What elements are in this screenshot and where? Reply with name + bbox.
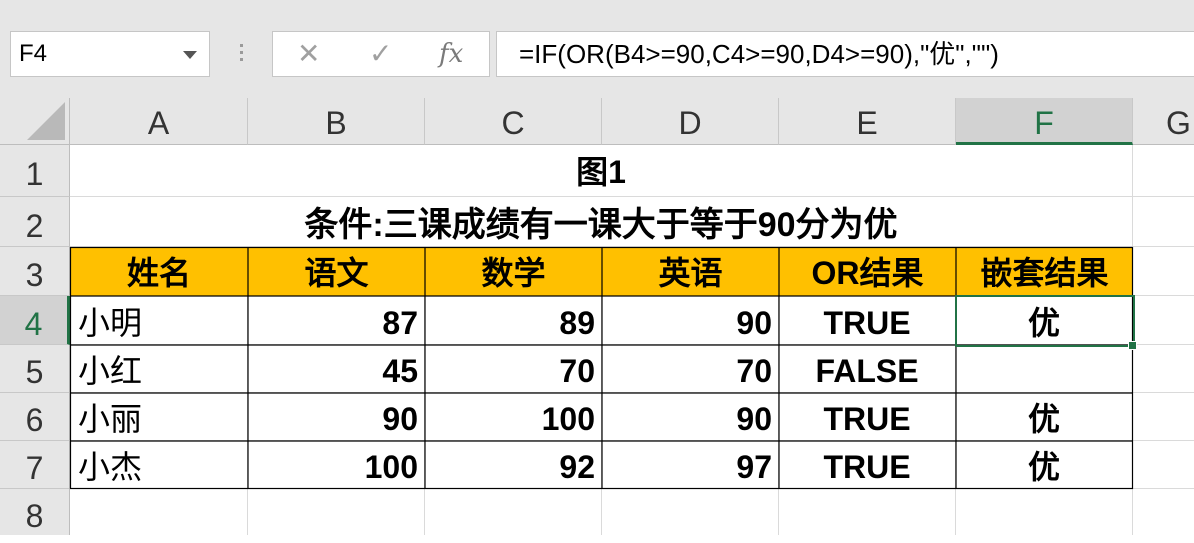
- table-cell-score[interactable]: 100: [425, 393, 602, 441]
- column-header-c[interactable]: C: [425, 98, 602, 145]
- table-cell-result[interactable]: 优: [956, 393, 1133, 441]
- table-cell-result[interactable]: 优: [956, 441, 1133, 489]
- enter-icon[interactable]: ✓: [369, 32, 392, 76]
- title-cell[interactable]: 图1: [70, 145, 1133, 197]
- row-header-1[interactable]: 1: [0, 145, 70, 197]
- cell-d8[interactable]: [602, 489, 779, 535]
- table-cell-name[interactable]: 小杰: [70, 441, 248, 489]
- formula-input[interactable]: =IF(OR(B4>=90,C4>=90,D4>=90),"优",""): [496, 31, 1194, 77]
- table-cell-name[interactable]: 小明: [70, 296, 248, 345]
- header-math[interactable]: 数学: [425, 247, 602, 296]
- grip-icon[interactable]: [236, 40, 246, 70]
- row-header-6[interactable]: 6: [0, 393, 70, 441]
- column-header-g[interactable]: G: [1133, 98, 1194, 145]
- select-all-button[interactable]: [0, 98, 70, 145]
- header-nested-result[interactable]: 嵌套结果: [956, 247, 1133, 296]
- table-cell-score[interactable]: 90: [602, 393, 779, 441]
- table-cell-result[interactable]: [956, 345, 1133, 393]
- chevron-down-icon[interactable]: [183, 51, 197, 59]
- formula-bar-area: F4 ✕ ✓ fx =IF(OR(B4>=90,C4>=90,D4>=90),"…: [0, 0, 1194, 98]
- row-header-7[interactable]: 7: [0, 441, 70, 489]
- row-header-4[interactable]: 4: [0, 296, 70, 345]
- table-cell-result[interactable]: 优: [956, 296, 1133, 345]
- worksheet-grid: A B C D E F G 1 2 3 4 5 6 7 8 图1 条件:三课成绩…: [0, 98, 1194, 535]
- table-cell-score[interactable]: 100: [248, 441, 425, 489]
- column-header-f[interactable]: F: [956, 98, 1133, 145]
- table-cell-score[interactable]: 70: [602, 345, 779, 393]
- table-cell-score[interactable]: 89: [425, 296, 602, 345]
- cell-e8[interactable]: [779, 489, 956, 535]
- row-header-3[interactable]: 3: [0, 247, 70, 296]
- cell-b8[interactable]: [248, 489, 425, 535]
- name-box[interactable]: F4: [10, 31, 210, 77]
- table-cell-name[interactable]: 小丽: [70, 393, 248, 441]
- column-header-b[interactable]: B: [248, 98, 425, 145]
- table-cell-score[interactable]: 90: [248, 393, 425, 441]
- name-box-value: F4: [19, 40, 48, 67]
- cell-c8[interactable]: [425, 489, 602, 535]
- row-header-5[interactable]: 5: [0, 345, 70, 393]
- column-header-a[interactable]: A: [70, 98, 248, 145]
- table-cell-score[interactable]: 97: [602, 441, 779, 489]
- cancel-icon[interactable]: ✕: [297, 32, 320, 76]
- table-cell-name[interactable]: 小红: [70, 345, 248, 393]
- formula-buttons: ✕ ✓ fx: [272, 31, 490, 77]
- column-g-cells[interactable]: [1133, 145, 1194, 535]
- fill-handle[interactable]: [1128, 341, 1137, 350]
- row-header-8[interactable]: 8: [0, 489, 70, 535]
- table-cell-score[interactable]: 70: [425, 345, 602, 393]
- table-cell-or[interactable]: FALSE: [779, 345, 956, 393]
- table-cell-score[interactable]: 92: [425, 441, 602, 489]
- header-chinese[interactable]: 语文: [248, 247, 425, 296]
- subtitle-cell[interactable]: 条件:三课成绩有一课大于等于90分为优: [70, 197, 1133, 247]
- column-header-d[interactable]: D: [602, 98, 779, 145]
- header-or-result[interactable]: OR结果: [779, 247, 956, 296]
- table-cell-or[interactable]: TRUE: [779, 441, 956, 489]
- table-cell-or[interactable]: TRUE: [779, 296, 956, 345]
- table-cell-score[interactable]: 90: [602, 296, 779, 345]
- header-english[interactable]: 英语: [602, 247, 779, 296]
- row-header-2[interactable]: 2: [0, 197, 70, 247]
- cell-f8[interactable]: [956, 489, 1133, 535]
- cell-a8[interactable]: [70, 489, 248, 535]
- table-cell-score[interactable]: 87: [248, 296, 425, 345]
- column-header-e[interactable]: E: [779, 98, 956, 145]
- insert-function-icon[interactable]: fx: [439, 32, 463, 76]
- table-cell-or[interactable]: TRUE: [779, 393, 956, 441]
- table-cell-score[interactable]: 45: [248, 345, 425, 393]
- header-name[interactable]: 姓名: [70, 247, 248, 296]
